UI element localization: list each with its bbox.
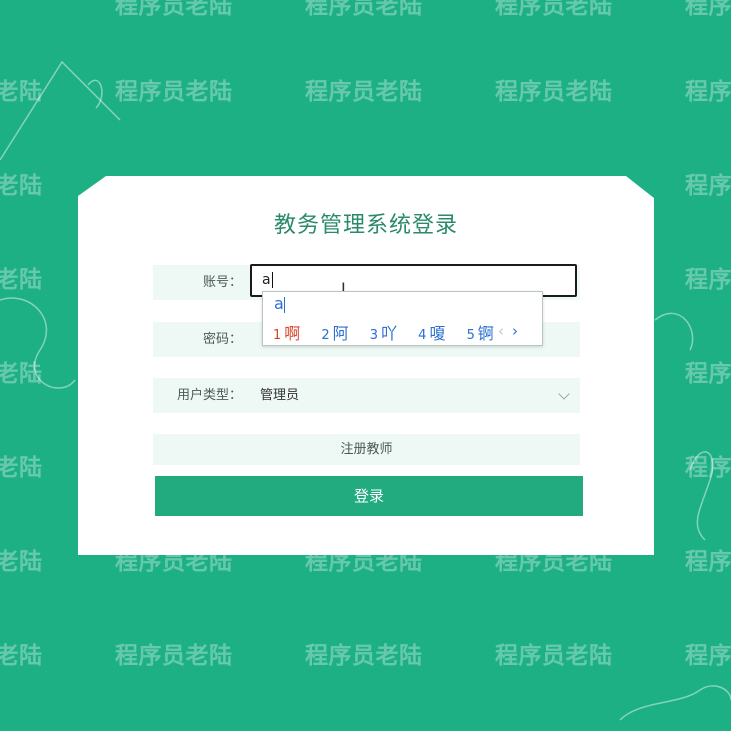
watermark: 程序员老陆 bbox=[685, 173, 731, 199]
watermark: 程序员老陆 bbox=[0, 267, 43, 293]
watermark: 程序员老陆 bbox=[0, 173, 43, 199]
watermark: 程序员老陆 bbox=[685, 0, 731, 19]
watermark: 程序员老陆 bbox=[305, 643, 423, 669]
ime-pager: ‹ › bbox=[498, 322, 518, 340]
watermark: 程序员老陆 bbox=[305, 79, 423, 105]
watermark: 程序员老陆 bbox=[115, 643, 233, 669]
ime-candidate[interactable]: 1啊 bbox=[273, 320, 300, 344]
register-teacher-button[interactable]: 注册教师 bbox=[153, 434, 580, 465]
watermark: 程序员老陆 bbox=[115, 79, 233, 105]
watermark: 程序员老陆 bbox=[685, 549, 731, 575]
watermark: 程序员老陆 bbox=[0, 79, 43, 105]
watermark: 程序员老陆 bbox=[685, 643, 731, 669]
watermark: 程序员老陆 bbox=[495, 643, 613, 669]
watermark: 程序员老陆 bbox=[495, 0, 613, 19]
watermark: 程序员老陆 bbox=[0, 643, 43, 669]
ime-candidate[interactable]: 2阿 bbox=[321, 320, 348, 344]
ime-next-page-icon[interactable]: › bbox=[512, 322, 518, 340]
watermark: 程序员老陆 bbox=[685, 361, 731, 387]
ime-prev-page-icon[interactable]: ‹ bbox=[498, 322, 504, 340]
user-type-value: 管理员 bbox=[260, 388, 300, 403]
watermark: 程序员老陆 bbox=[115, 0, 233, 19]
ime-candidate[interactable]: 5锕 bbox=[467, 320, 494, 344]
watermark: 程序员老陆 bbox=[0, 455, 43, 481]
chevron-down-icon[interactable] bbox=[558, 388, 570, 400]
watermark: 程序员老陆 bbox=[685, 267, 731, 293]
login-card: 教务管理系统登录 账号： 密码： · 用户类型： 管理员 注册教师 登录 bbox=[78, 176, 654, 555]
ime-candidate-list: 1啊 2阿 3吖 4嗄 5锕 bbox=[273, 320, 510, 344]
watermark: 程序员老陆 bbox=[685, 455, 731, 481]
login-button[interactable]: 登录 bbox=[155, 476, 583, 516]
watermark: 程序员老陆 bbox=[305, 0, 423, 19]
watermark: 程序员老陆 bbox=[685, 79, 731, 105]
watermark: 程序员老陆 bbox=[0, 549, 43, 575]
account-input-value: a bbox=[262, 272, 271, 288]
ime-candidate[interactable]: 4嗄 bbox=[418, 320, 445, 344]
account-label: 账号： bbox=[202, 275, 242, 290]
password-label: 密码： bbox=[202, 332, 242, 347]
user-type-label: 用户类型： bbox=[176, 388, 242, 403]
watermark: 程序员老陆 bbox=[0, 361, 43, 387]
ime-composition: a bbox=[274, 294, 285, 313]
ime-candidate[interactable]: 3吖 bbox=[370, 320, 397, 344]
text-caret bbox=[271, 272, 273, 288]
user-type-select[interactable]: 用户类型： 管理员 bbox=[153, 378, 580, 413]
ime-candidate-window: a 1啊 2阿 3吖 4嗄 5锕 ‹ › bbox=[262, 291, 543, 346]
watermark: 程序员老陆 bbox=[495, 79, 613, 105]
ime-composition-text: a bbox=[274, 294, 284, 313]
page-title: 教务管理系统登录 bbox=[273, 213, 458, 238]
